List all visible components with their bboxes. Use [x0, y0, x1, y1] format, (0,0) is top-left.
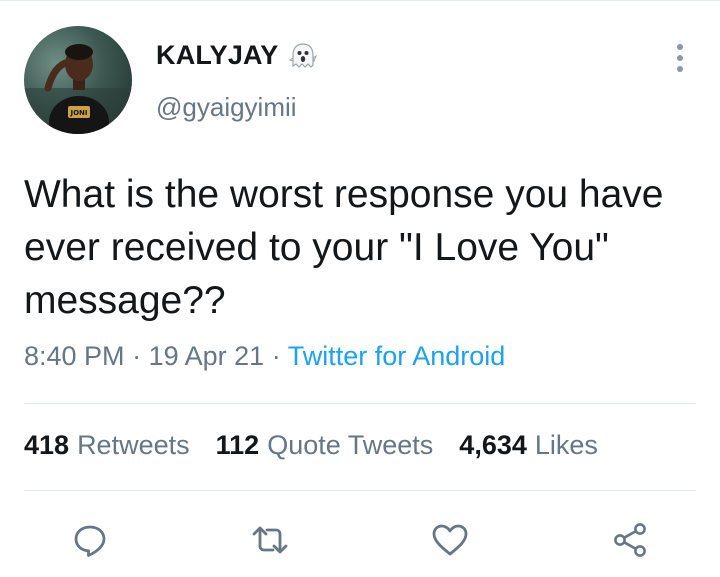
retweets-count: 418 — [24, 430, 70, 460]
reply-button[interactable] — [68, 518, 112, 562]
share-icon — [614, 523, 646, 557]
avatar-shirt-text: JONI — [69, 109, 87, 117]
divider — [24, 403, 696, 404]
retweet-icon — [252, 526, 288, 554]
tweet-text: What is the worst response you have ever… — [24, 173, 675, 322]
tweet-time[interactable]: 8:40 PM — [24, 341, 125, 371]
meta-separator: · — [271, 341, 288, 371]
more-dot-icon — [677, 55, 683, 61]
share-button[interactable] — [608, 518, 652, 562]
likes-stat[interactable]: 4,634 Likes — [459, 430, 598, 461]
divider — [24, 490, 696, 491]
retweet-button[interactable] — [248, 518, 292, 562]
tweet-stats: 418 Retweets 112 Quote Tweets 4,634 Likes — [24, 430, 624, 461]
ghost-emoji-icon — [289, 42, 318, 68]
reply-icon — [74, 525, 106, 557]
meta-separator: · — [132, 341, 149, 371]
author-display-name[interactable]: KALYJAY — [156, 40, 278, 71]
avatar-image: JONI — [24, 44, 132, 134]
quote-tweets-count: 112 — [215, 430, 260, 460]
tweet-date[interactable]: 19 Apr 21 — [149, 341, 265, 371]
likes-label: Likes — [534, 430, 598, 460]
quote-tweets-stat[interactable]: 112 Quote Tweets — [216, 430, 434, 461]
more-options-button[interactable] — [668, 40, 692, 76]
like-button[interactable] — [428, 518, 472, 562]
like-icon — [432, 524, 468, 556]
top-border — [0, 0, 720, 1]
likes-count: 4,634 — [459, 430, 527, 460]
author-name-row: KALYJAY — [156, 40, 318, 71]
author-handle[interactable]: @gyaigyimii — [156, 92, 297, 123]
retweets-label: Retweets — [77, 430, 190, 460]
tweet-source[interactable]: Twitter for Android — [288, 341, 506, 371]
more-dot-icon — [677, 44, 683, 50]
quote-tweets-label: Quote Tweets — [267, 430, 434, 460]
avatar[interactable]: JONI — [24, 26, 132, 134]
more-dot-icon — [677, 66, 683, 72]
tweet-meta: 8:40 PM · 19 Apr 21 · Twitter for Androi… — [24, 341, 505, 372]
retweets-stat[interactable]: 418 Retweets — [24, 430, 190, 461]
